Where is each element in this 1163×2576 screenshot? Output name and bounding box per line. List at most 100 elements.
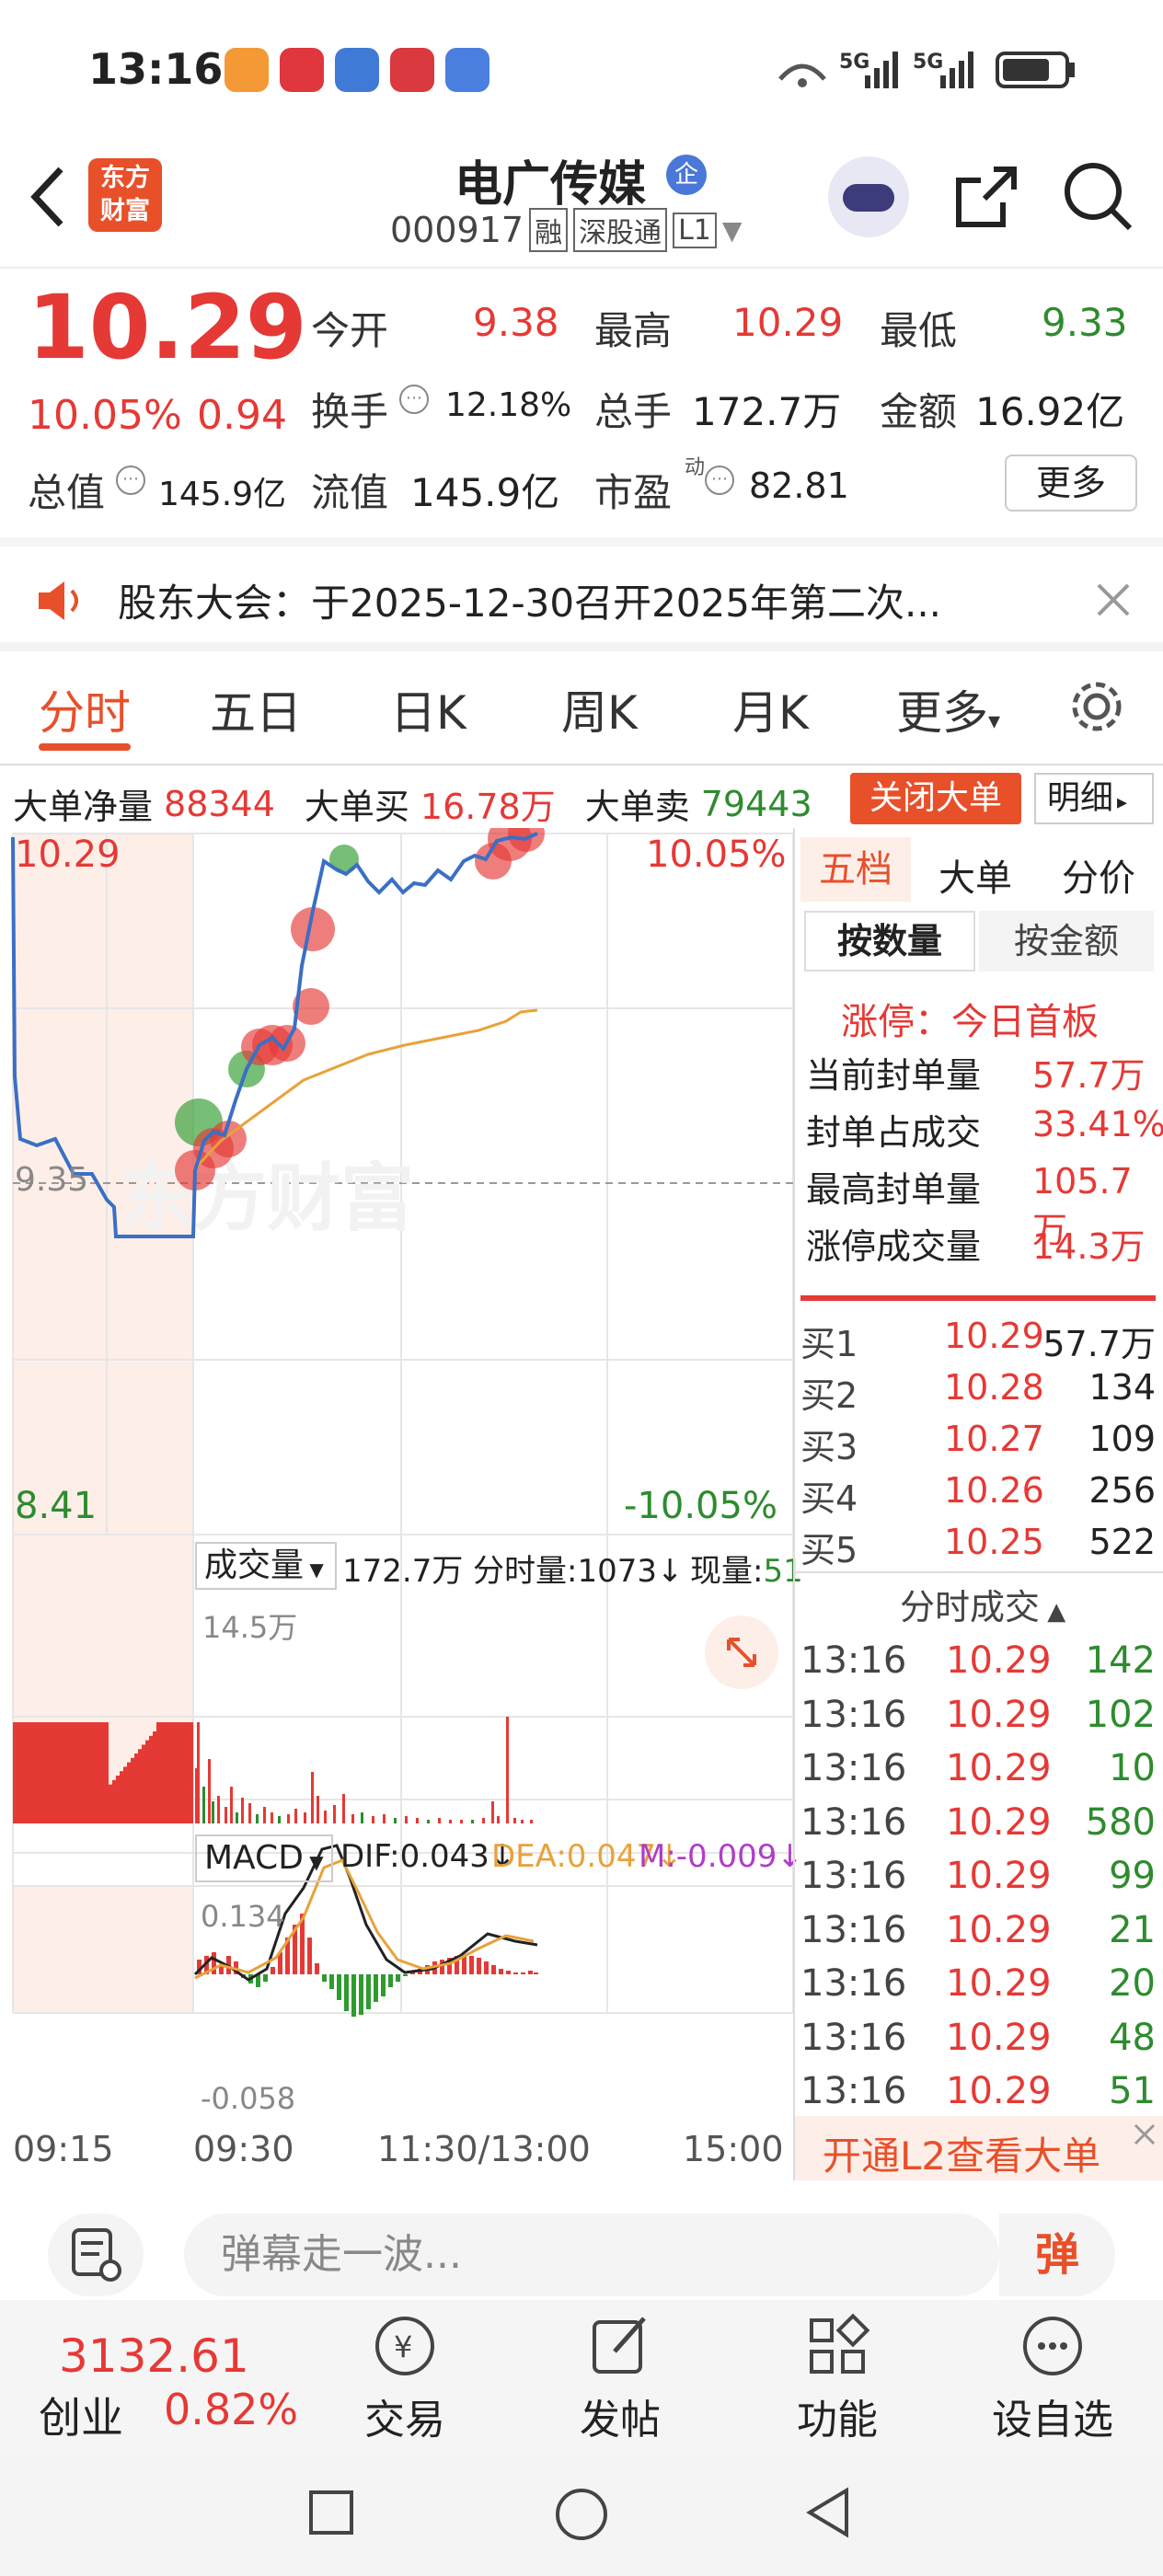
danmaku-button[interactable]: 弹 xyxy=(999,2214,1115,2296)
ai-assistant-icon[interactable] xyxy=(828,156,909,237)
tab-weekly-k[interactable]: 周K xyxy=(561,676,638,742)
stock-code-row[interactable]: 000917 融 深股通 L1 ▼ xyxy=(390,208,742,252)
tick-price: 10.29 xyxy=(946,1693,1052,1736)
macd-dif: DIF:0.043↓ xyxy=(340,1838,516,1875)
bar xyxy=(230,1787,233,1823)
volume-indicator-select[interactable]: 成交量 ▼ xyxy=(195,1542,337,1590)
mcap-value: 145.9亿 xyxy=(158,476,287,513)
app-notification-icon xyxy=(390,48,434,92)
limit-stat-value: 57.7万 xyxy=(1032,1055,1146,1096)
turnover-label: 换手 xyxy=(311,389,389,434)
recents-icon[interactable] xyxy=(304,2485,359,2540)
bar xyxy=(440,1960,444,1974)
share-icon[interactable] xyxy=(951,162,1021,232)
detail-button[interactable]: 明细 ▸ xyxy=(1034,773,1154,824)
turnover-value: 12.18% xyxy=(445,386,572,424)
bar xyxy=(212,1801,214,1823)
bar xyxy=(405,1816,408,1823)
comment-settings-icon[interactable] xyxy=(48,2214,144,2296)
big-net-value: 88344 xyxy=(164,783,275,824)
tab-more[interactable]: 更多▾ xyxy=(896,676,1000,742)
close-icon[interactable] xyxy=(1095,581,1132,618)
bar xyxy=(167,1722,171,1823)
open-label: 今开 xyxy=(311,308,389,353)
sub-tab-by-qty[interactable]: 按数量 xyxy=(804,911,975,972)
back-icon[interactable] xyxy=(26,164,70,230)
macd-indicator-select[interactable]: MACD ▼ xyxy=(195,1834,333,1882)
bar xyxy=(366,1974,371,2009)
nav-post[interactable]: 发帖 xyxy=(547,2309,694,2447)
l2-banner[interactable]: 开通L2查看大单 xyxy=(795,2116,1163,2180)
settings-gear-icon[interactable] xyxy=(1067,677,1126,736)
back-nav-icon[interactable] xyxy=(800,2485,856,2540)
bar xyxy=(383,1814,386,1823)
bar xyxy=(105,1722,109,1823)
bar xyxy=(484,1961,489,1974)
bar xyxy=(344,1974,349,2011)
limit-stat-label: 最高封单量 xyxy=(806,1169,982,1210)
bar xyxy=(149,1735,153,1823)
bar xyxy=(109,1784,112,1823)
comment-input[interactable]: 弹幕走一波... xyxy=(184,2214,999,2296)
bar xyxy=(142,1744,145,1823)
intraday-chart[interactable]: 东方财富 xyxy=(0,828,795,2138)
panel-tab-big-order[interactable]: 大单 xyxy=(938,848,1012,902)
bar xyxy=(307,1938,312,1974)
bar xyxy=(120,1771,123,1823)
close-icon[interactable] xyxy=(1132,2122,1157,2147)
bar xyxy=(236,1812,238,1823)
info-icon[interactable]: ⋯ xyxy=(116,466,145,495)
bar xyxy=(39,1722,42,1823)
signal-battery-icon: 5G 5G xyxy=(778,51,1075,88)
expand-icon[interactable] xyxy=(705,1616,778,1689)
bar xyxy=(134,1754,138,1823)
index-name[interactable]: 创业 xyxy=(39,2385,123,2445)
low-value: 9.33 xyxy=(1042,300,1128,345)
tick-price: 10.29 xyxy=(946,1908,1052,1951)
float-label: 流值 xyxy=(311,470,389,515)
nav-add-watchlist[interactable]: 设自选 xyxy=(979,2309,1126,2447)
time-axis-open: 09:30 xyxy=(193,2129,294,2169)
info-icon[interactable]: ⋯ xyxy=(399,385,429,414)
stock-code: 000917 xyxy=(390,210,524,250)
search-icon[interactable] xyxy=(1062,160,1135,234)
bid-quantity: 134 xyxy=(1088,1367,1156,1408)
sub-tab-by-amount[interactable]: 按金额 xyxy=(979,911,1154,972)
status-bar: 13:16 5G 5G xyxy=(0,0,1163,138)
notice-bar[interactable]: 股东大会：于2025-12-30召开2025年第二次... xyxy=(0,537,1163,651)
tick-price: 10.29 xyxy=(946,1962,1052,2005)
index-value[interactable]: 3132.61 xyxy=(59,2329,249,2383)
close-big-order-button[interactable]: 关闭大单 xyxy=(850,773,1021,824)
info-icon[interactable]: ⋯ xyxy=(705,466,734,495)
axis-top-pct: 10.05% xyxy=(646,834,787,876)
nav-trade[interactable]: ¥ 交易 xyxy=(331,2309,478,2447)
home-icon[interactable] xyxy=(552,2485,611,2544)
bar xyxy=(359,1974,363,2015)
bottom-nav: 3132.61 创业 0.82% ¥ 交易 发帖 功能 设自选 xyxy=(0,2300,1163,2452)
bar xyxy=(127,1762,131,1823)
volume-value: 172.7万 xyxy=(692,389,842,434)
tab-daily-k[interactable]: 日K xyxy=(390,676,466,742)
time-axis-midday: 11:30/13:00 xyxy=(377,2129,591,2169)
nav-functions[interactable]: 功能 xyxy=(764,2309,911,2447)
bar xyxy=(534,1972,538,1974)
bar xyxy=(131,1757,134,1823)
tick-qty: 21 xyxy=(1109,1908,1156,1951)
order-book-divider xyxy=(800,1295,1156,1301)
panel-tab-price-dist[interactable]: 分价 xyxy=(1062,848,1135,902)
bar xyxy=(153,1731,156,1823)
big-sell-value: 79443 xyxy=(700,783,812,824)
app-notification-icon xyxy=(280,48,324,92)
more-button[interactable]: 更多 xyxy=(1005,454,1137,512)
panel-tab-level5[interactable]: 五档 xyxy=(800,837,911,902)
tab-intraday[interactable]: 分时 xyxy=(39,676,131,742)
tick-time: 13:16 xyxy=(800,1908,907,1951)
tab-monthly-k[interactable]: 月K xyxy=(732,676,809,742)
tab-five-day[interactable]: 五日 xyxy=(210,676,302,742)
big-buy-label: 大单买 xyxy=(304,787,409,827)
speaker-icon xyxy=(39,581,78,620)
volume-axis-max: 14.5万 xyxy=(202,1610,298,1645)
ticks-title[interactable]: 分时成交 ▲ xyxy=(900,1579,1065,1629)
bar xyxy=(225,1807,227,1823)
bar xyxy=(462,1956,466,1974)
